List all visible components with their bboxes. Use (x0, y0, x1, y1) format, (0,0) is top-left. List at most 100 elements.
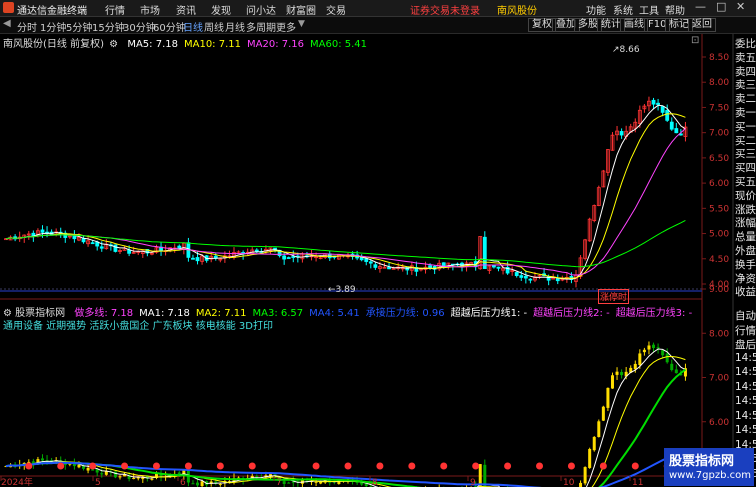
x-tick-label: 5 (95, 478, 101, 487)
right-panel-label: 买二 (735, 134, 756, 147)
candle-body (428, 265, 432, 268)
right-panel-label: 净资 (735, 272, 756, 285)
indicator-ma-line (5, 368, 687, 487)
indicator-candle-body (592, 436, 596, 451)
candle-body (99, 246, 104, 249)
right-panel-label: 卖三 (735, 79, 756, 92)
signal-marker (567, 462, 575, 470)
candle-body (482, 236, 487, 269)
price-tick-label: 8.50 (709, 53, 729, 63)
candle-body (496, 266, 501, 269)
candle-body (660, 106, 665, 113)
indicator-tick-label: 9.00 (709, 285, 729, 295)
candle-body (72, 235, 77, 240)
price-tick-label: 7.00 (709, 129, 729, 139)
indicator-candle-body (661, 350, 665, 356)
indicator-candle-body (72, 463, 76, 467)
right-panel-label: 卖一 (735, 107, 756, 119)
indicator-candle-body (255, 476, 259, 478)
indicator-candle-body (588, 448, 592, 468)
indicator-candle-body (620, 372, 624, 376)
indicator-candle-body (633, 363, 637, 370)
indicator-candle-body (601, 406, 605, 421)
indicator-tick-label: 6.00 (709, 418, 729, 428)
kline-chart[interactable]: 8.508.007.507.006.506.005.505.004.504.00… (0, 0, 756, 487)
right-panel-time: 14:50 (735, 351, 756, 364)
price-tick-label: 6.50 (709, 154, 729, 164)
right-panel-label: 换手 (735, 258, 756, 271)
indicator-tick-label: 7.00 (709, 374, 729, 384)
indicator-candle-body (670, 363, 674, 371)
candle-body (368, 261, 373, 264)
indicator-candle-body (583, 467, 587, 484)
right-panel-label: 买五 (735, 176, 756, 188)
legend-item: 承接压力线: 0.96 (365, 308, 445, 319)
right-panel-label: 收益 (735, 286, 756, 299)
indicator-candle-body (647, 345, 651, 350)
indicator-candle-body (579, 482, 583, 487)
indicator-candle-body (86, 467, 90, 471)
candle-body (191, 257, 195, 260)
signal-marker (376, 462, 384, 470)
signal-marker (25, 462, 33, 470)
indicator-candle-body (282, 481, 286, 484)
right-panel-label: 买三 (735, 148, 756, 161)
price-tick-label: 7.50 (709, 103, 729, 113)
indicator-candle-body (100, 473, 104, 475)
candle-body (81, 238, 86, 243)
x-tick-label: 2024年 (1, 476, 33, 487)
x-tick-label: 9 (470, 478, 476, 487)
candle-body (441, 262, 446, 267)
right-panel-label: 卖二 (735, 93, 756, 106)
watermark: 股票指标网 www.7gpzb.com (664, 448, 754, 486)
indicator-candle-body (191, 483, 195, 485)
right-panel-label: 总量 (735, 231, 756, 244)
indicator-candle-body (91, 469, 95, 471)
indicator-candle-body (150, 478, 154, 480)
limit-up-tag: 涨停时 (598, 289, 630, 304)
candle-body (619, 131, 624, 136)
signal-marker (216, 462, 224, 470)
signal-marker (184, 462, 192, 470)
indicator-candle-body (597, 421, 601, 437)
indicator-candle-body (177, 472, 181, 475)
indicator-candle-body (136, 477, 140, 479)
indicator-candle-body (113, 471, 117, 478)
candle-body (273, 247, 277, 250)
candle-body (674, 128, 679, 134)
indicator-candle-body (652, 344, 656, 349)
right-panel-time: 14:50 (735, 395, 756, 407)
right-panel-time: 14:50 (735, 409, 756, 422)
signal-marker (631, 462, 639, 470)
signal-marker (57, 462, 65, 470)
high-price-label: ↗8.66 (612, 45, 640, 55)
indicator-candle-body (665, 353, 669, 363)
right-panel-time: 自动 (735, 310, 756, 322)
right-panel-label: 涨跌 (735, 203, 756, 216)
candle-body (656, 102, 660, 105)
candle-body (282, 255, 287, 260)
legend-item: 超越后压力线3: - (615, 308, 693, 319)
low-price-label: ←3.89 (328, 285, 356, 295)
indicator-candle-body (638, 353, 642, 366)
signal-marker (408, 462, 416, 470)
indicator-candle-body (218, 483, 222, 485)
right-panel-time: 14:50 (735, 380, 756, 393)
indicator-candle-body (642, 349, 646, 353)
x-tick-label: 11 (632, 478, 643, 487)
candle-body (528, 278, 533, 281)
candle-body (90, 242, 95, 245)
candle-body (519, 275, 524, 278)
right-panel-label: 涨幅 (735, 217, 756, 230)
right-panel-time: 盘后 (735, 339, 756, 351)
candle-body (523, 275, 528, 279)
price-tick-label: 8.00 (709, 78, 729, 88)
signal-marker (472, 462, 480, 470)
candle-body (40, 229, 45, 233)
x-tick-label: 10 (563, 478, 575, 487)
indicator-candle-body (287, 482, 291, 484)
candle-body (286, 257, 291, 259)
price-tick-label: 4.50 (709, 255, 729, 265)
right-panel-time: 14:50 (735, 424, 756, 436)
signal-marker (344, 462, 352, 470)
